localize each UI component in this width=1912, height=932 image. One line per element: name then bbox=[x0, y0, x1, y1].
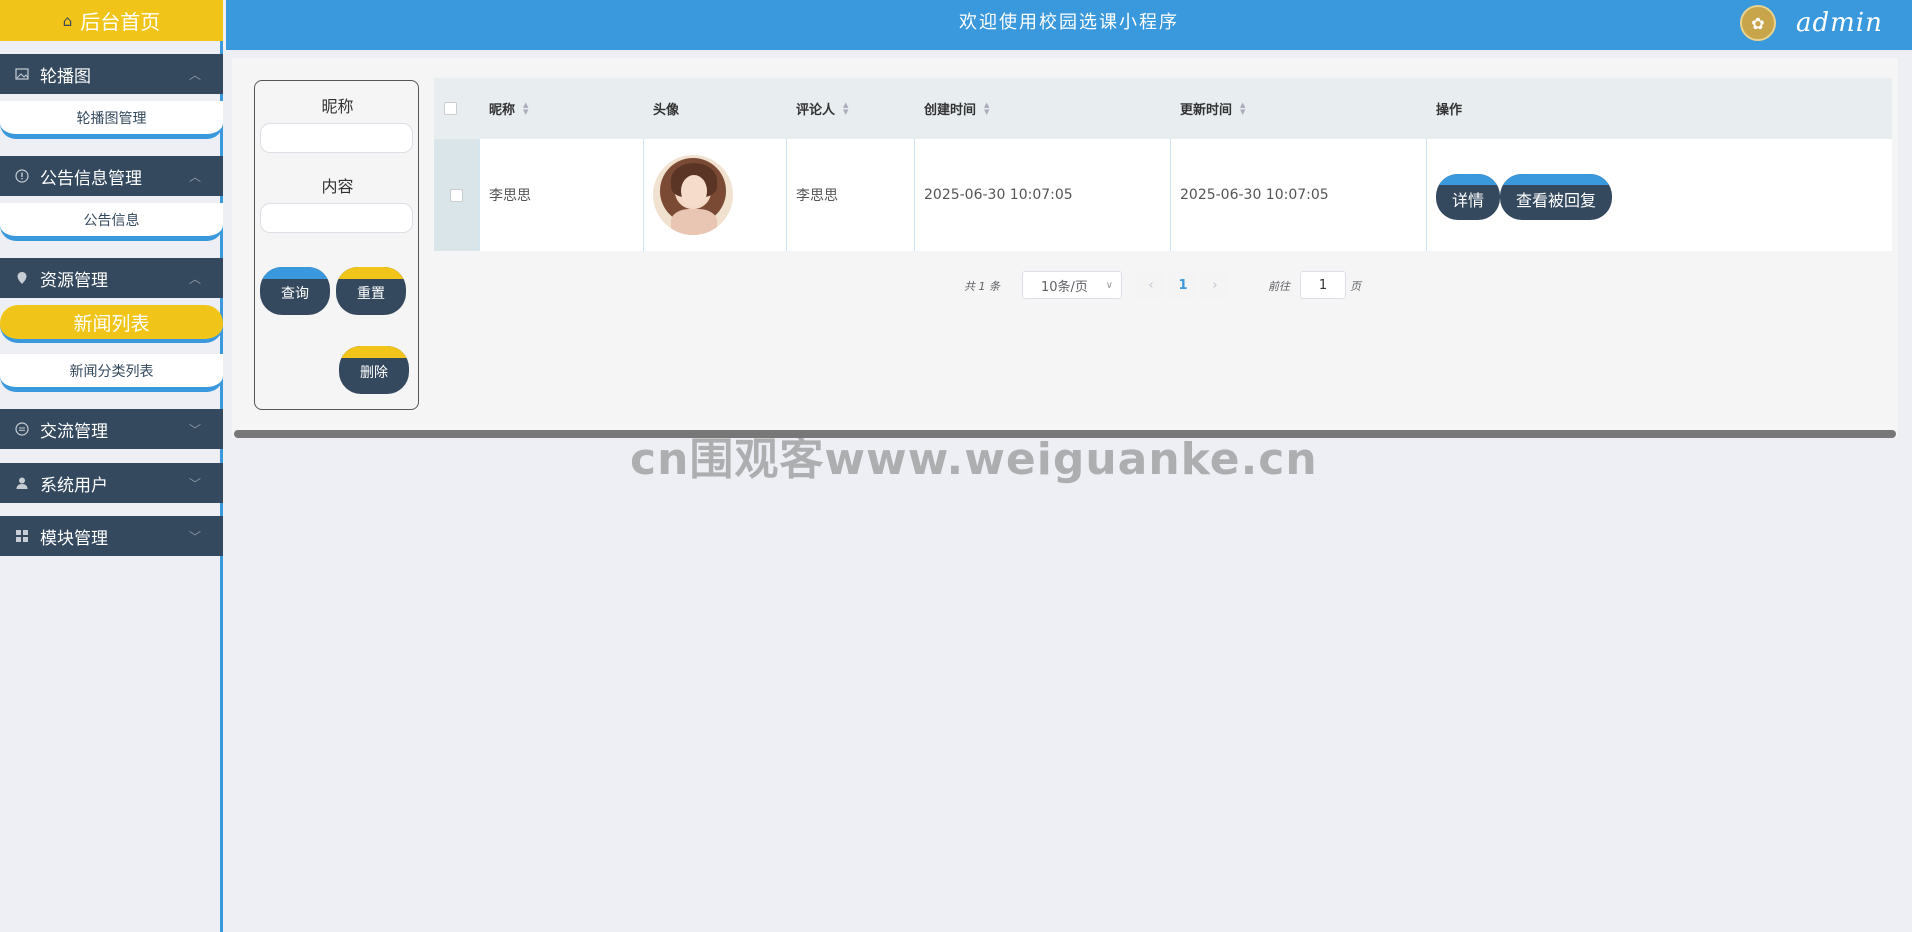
chevron-up-icon: ︿ bbox=[188, 67, 201, 82]
col-actions: 操作 bbox=[1436, 78, 1462, 139]
menu-carousel[interactable]: 轮播图 ︿ bbox=[0, 54, 223, 94]
sidebar-item-label: 新闻列表 bbox=[73, 312, 150, 335]
sidebar-item-news-category[interactable]: 新闻分类列表 bbox=[0, 354, 223, 392]
image-icon bbox=[14, 66, 30, 82]
col-label: 更新时间 bbox=[1180, 103, 1233, 118]
sidebar-item-label: 轮播图管理 bbox=[76, 110, 147, 127]
chevron-up-icon: ︿ bbox=[188, 271, 201, 286]
home-icon: ⌂ bbox=[62, 11, 73, 30]
detail-label: 详情 bbox=[1451, 191, 1484, 210]
next-page-button[interactable]: › bbox=[1200, 271, 1230, 299]
sort-icon[interactable]: ▲ ▼ bbox=[1240, 101, 1245, 116]
sort-icon[interactable]: ▲ ▼ bbox=[523, 101, 528, 116]
menu-resource[interactable]: 资源管理 ︿ bbox=[0, 258, 223, 298]
chevron-down-icon: ∨ bbox=[1105, 279, 1113, 291]
col-label: 昵称 bbox=[489, 103, 516, 118]
chevron-down-icon: ﹀ bbox=[188, 476, 201, 491]
cell-actions: 详情 查看被回复 bbox=[1426, 139, 1892, 251]
page-unit-label: 页 bbox=[1350, 280, 1361, 293]
sidebar: ⌂ 后台首页 轮播图 ︿ 轮播图管理 公告信息管理 ︿ 公告信息 资源管理 ︿ … bbox=[0, 0, 223, 932]
menu-notice[interactable]: 公告信息管理 ︿ bbox=[0, 156, 223, 196]
menu-communication[interactable]: 交流管理 ﹀ bbox=[0, 409, 223, 449]
pin-icon bbox=[14, 270, 30, 286]
col-label: 评论人 bbox=[796, 103, 836, 118]
username[interactable]: admin bbox=[1796, 0, 1883, 46]
chat-icon bbox=[14, 421, 30, 437]
table-row: 李思思 李思思 2025-06-30 10:07:05 2025-06-30 1… bbox=[434, 139, 1892, 251]
grid-icon bbox=[14, 528, 30, 544]
sort-icon[interactable]: ▲ ▼ bbox=[984, 101, 989, 116]
info-icon bbox=[14, 168, 30, 184]
cell-updated: 2025-06-30 10:07:05 bbox=[1170, 139, 1426, 251]
nickname-input[interactable] bbox=[260, 123, 413, 153]
page-title: 欢迎使用校园选课小程序 bbox=[959, 12, 1179, 33]
view-replies-label: 查看被回复 bbox=[1515, 191, 1596, 210]
sidebar-item-notice[interactable]: 公告信息 bbox=[0, 203, 223, 241]
menu-module[interactable]: 模块管理 ﹀ bbox=[0, 516, 223, 556]
sidebar-item-news-list[interactable]: 新闻列表 bbox=[0, 305, 223, 343]
cell-nickname: 李思思 bbox=[479, 139, 643, 251]
nickname-label: 昵称 bbox=[321, 97, 354, 116]
view-replies-button[interactable]: 查看被回复 bbox=[1500, 174, 1612, 220]
cell-created: 2025-06-30 10:07:05 bbox=[914, 139, 1170, 251]
pagination: 共 1 条 10条/页 ∨ ‹ 1 › 前往 1 页 bbox=[232, 271, 1898, 299]
home-button[interactable]: ⌂ 后台首页 bbox=[0, 0, 223, 41]
menu-label: 公告信息管理 bbox=[40, 168, 142, 189]
chevron-down-icon: ﹀ bbox=[188, 422, 201, 437]
chevron-up-icon: ︿ bbox=[188, 169, 201, 184]
col-commenter[interactable]: 评论人 ▲ ▼ bbox=[796, 78, 848, 139]
sidebar-item-label: 新闻分类列表 bbox=[69, 363, 154, 380]
col-label: 头像 bbox=[653, 103, 680, 118]
row-checkbox[interactable] bbox=[434, 139, 479, 251]
table-header: 昵称 ▲ ▼ 头像 评论人 ▲ ▼ 创建时间 ▲ ▼ 更新时间 ▲ ▼ 操作 bbox=[434, 78, 1892, 139]
search-panel: 昵称 内容 查询 重置 删除 bbox=[254, 80, 419, 410]
delete-label: 删除 bbox=[360, 365, 388, 381]
delete-button[interactable]: 删除 bbox=[339, 346, 409, 394]
main-panel: 昵称 内容 查询 重置 删除 昵称 ▲ ▼ 头像 评论人 ▲ ▼ 创建时间 ▲ … bbox=[232, 58, 1898, 438]
goto-label: 前往 bbox=[1268, 280, 1290, 293]
col-label: 操作 bbox=[1436, 103, 1463, 118]
top-bar: 欢迎使用校园选课小程序 ✿ admin bbox=[226, 0, 1912, 50]
sidebar-item-carousel-manage[interactable]: 轮播图管理 bbox=[0, 101, 223, 139]
page-number[interactable]: 1 bbox=[1168, 271, 1198, 299]
menu-label: 模块管理 bbox=[40, 528, 108, 549]
menu-label: 资源管理 bbox=[40, 270, 108, 291]
menu-label: 系统用户 bbox=[40, 475, 108, 496]
prev-page-button[interactable]: ‹ bbox=[1136, 271, 1166, 299]
home-label: 后台首页 bbox=[80, 10, 161, 34]
col-created[interactable]: 创建时间 ▲ ▼ bbox=[924, 78, 989, 139]
menu-label: 交流管理 bbox=[40, 421, 108, 442]
detail-button[interactable]: 详情 bbox=[1436, 174, 1500, 220]
chevron-down-icon: ﹀ bbox=[188, 529, 201, 544]
cell-commenter: 李思思 bbox=[786, 139, 914, 251]
col-nickname[interactable]: 昵称 ▲ ▼ bbox=[489, 78, 528, 139]
page-size-value: 10条/页 bbox=[1041, 279, 1088, 295]
user-icon bbox=[14, 475, 30, 491]
sort-icon[interactable]: ▲ ▼ bbox=[843, 101, 848, 116]
goto-page-input[interactable]: 1 bbox=[1300, 271, 1346, 299]
avatar[interactable]: ✿ bbox=[1740, 5, 1776, 41]
sidebar-item-label: 公告信息 bbox=[83, 212, 140, 229]
content-label: 内容 bbox=[321, 177, 354, 196]
col-updated[interactable]: 更新时间 ▲ ▼ bbox=[1180, 78, 1245, 139]
menu-label: 轮播图 bbox=[40, 66, 91, 87]
col-label: 创建时间 bbox=[924, 103, 977, 118]
data-table: 昵称 ▲ ▼ 头像 评论人 ▲ ▼ 创建时间 ▲ ▼ 更新时间 ▲ ▼ 操作 李… bbox=[434, 78, 1892, 251]
col-avatar: 头像 bbox=[653, 78, 679, 139]
cell-avatar bbox=[643, 139, 786, 251]
pagination-total: 共 1 条 bbox=[964, 280, 1000, 293]
content-input[interactable] bbox=[260, 203, 413, 233]
avatar-image bbox=[653, 155, 733, 235]
page-size-select[interactable]: 10条/页 ∨ bbox=[1022, 271, 1122, 299]
select-all-checkbox[interactable] bbox=[444, 78, 457, 139]
watermark: cn围观客www.weiguanke.cn bbox=[630, 434, 1318, 485]
menu-system-user[interactable]: 系统用户 ﹀ bbox=[0, 463, 223, 503]
